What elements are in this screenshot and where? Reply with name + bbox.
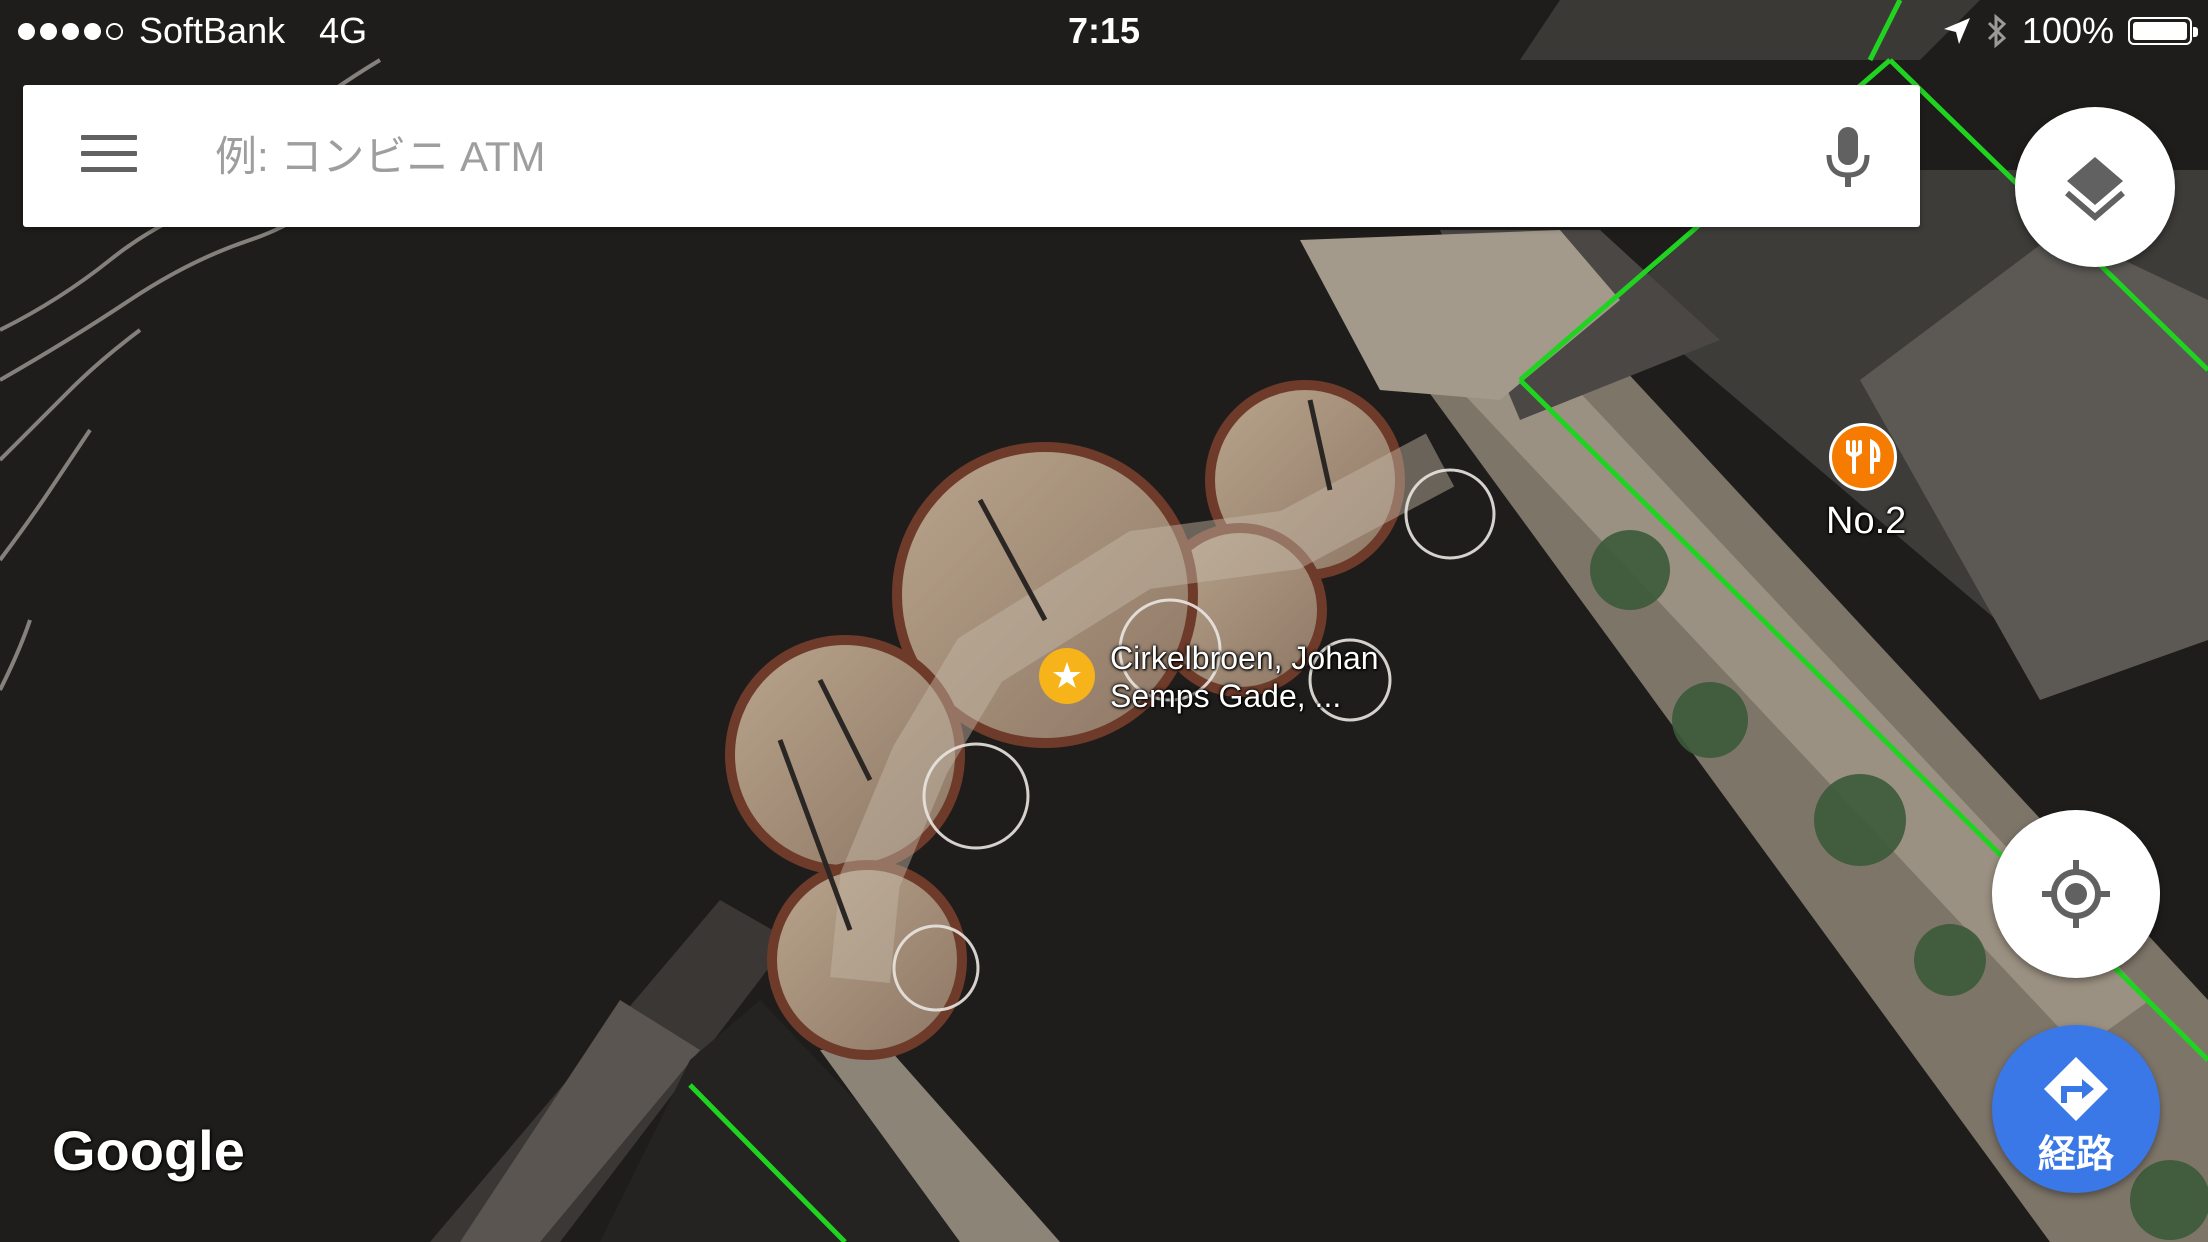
place-label-cirkelbroen[interactable]: Cirkelbroen, Johan Semps Gade, ... [1110, 639, 1379, 715]
directions-label: 経路 [2037, 1134, 2114, 1176]
search-input[interactable] [213, 121, 1767, 193]
place-label-line: Cirkelbroen, Johan [1110, 640, 1379, 676]
star-icon [1053, 662, 1081, 688]
my-location-icon [2042, 860, 2110, 928]
location-arrow-icon [1943, 18, 1970, 44]
my-location-button[interactable] [1992, 810, 2160, 978]
place-label-line: Semps Gade, ... [1110, 678, 1342, 714]
restaurant-marker[interactable] [1829, 423, 1897, 491]
status-bar: SoftBank 4G 7:15 100% [0, 0, 2208, 62]
search-bar [23, 85, 1920, 227]
status-time: 7:15 [1067, 10, 1141, 51]
layers-icon [2065, 157, 2125, 221]
battery-percent: 100% [2021, 10, 2114, 51]
status-right: 100% [1942, 10, 2198, 52]
microphone-icon[interactable] [1823, 125, 1873, 191]
restaurant-icon [1846, 438, 1881, 474]
directions-button[interactable]: 経路 [1992, 1025, 2160, 1193]
google-logo: Google [52, 1119, 245, 1182]
battery-icon [2128, 17, 2198, 45]
bluetooth-icon [1987, 13, 2007, 49]
landmark-marker[interactable] [1039, 648, 1095, 704]
place-label-no2[interactable]: No.2 [1826, 502, 1906, 540]
hamburger-menu-icon[interactable] [81, 135, 137, 175]
layers-button[interactable] [2015, 107, 2175, 267]
